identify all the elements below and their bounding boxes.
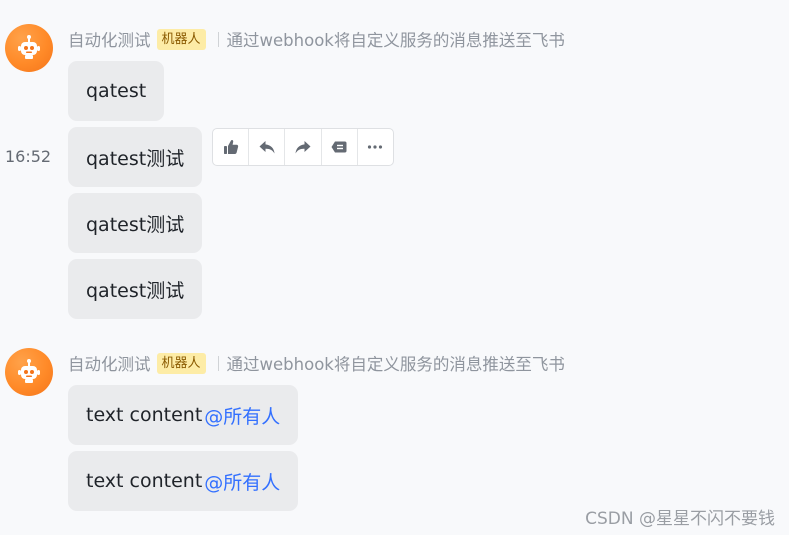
robot-icon [18, 359, 40, 383]
watermark: CSDN @星星不闪不要钱 [585, 509, 775, 529]
avatar[interactable] [5, 348, 53, 396]
message-bubble[interactable]: text content @所有人 [68, 385, 299, 445]
message-bubble[interactable]: qatest测试 [68, 259, 203, 319]
forward-icon [295, 141, 311, 154]
like-button[interactable] [213, 129, 250, 165]
bot-description: 通过webhook将自定义服务的消息推送至飞书 [226, 31, 565, 50]
bot-badge: 机器人 [156, 28, 206, 50]
bot-description: 通过webhook将自定义服务的消息推送至飞书 [226, 355, 565, 374]
forward-button[interactable] [285, 129, 322, 165]
delete-button[interactable] [322, 129, 358, 165]
avatar[interactable] [5, 24, 53, 72]
mention-all-link[interactable]: @所有人 [204, 402, 280, 429]
message-text: qatest测试 [86, 147, 185, 170]
thumbs-up-icon [223, 140, 238, 154]
message-bubble[interactable]: qatest [68, 61, 165, 121]
message-bubble[interactable]: qatest测试 [68, 127, 203, 187]
more-button[interactable] [358, 129, 393, 165]
message-bubble[interactable]: qatest测试 [68, 193, 203, 253]
message-header: 自动化测试 机器人 通过webhook将自定义服务的消息推送至飞书 [68, 352, 565, 374]
message-action-toolbar [212, 128, 394, 166]
message-text: qatest测试 [86, 213, 185, 236]
reply-icon [259, 141, 275, 154]
bot-badge: 机器人 [156, 352, 206, 374]
message-bubble[interactable]: text content @所有人 [68, 451, 299, 511]
mention-all-link[interactable]: @所有人 [204, 468, 280, 495]
sender-name[interactable]: 自动化测试 [68, 351, 151, 375]
message-text: qatest [86, 80, 147, 102]
sender-name[interactable]: 自动化测试 [68, 27, 151, 51]
message-text: qatest测试 [86, 279, 185, 302]
reply-button[interactable] [249, 129, 286, 165]
message-timestamp: 16:52 [5, 147, 52, 166]
header-divider [217, 355, 219, 371]
message-text: text content [86, 404, 203, 426]
message-header: 自动化测试 机器人 通过webhook将自定义服务的消息推送至飞书 [68, 28, 565, 50]
message-text: text content [86, 470, 203, 492]
robot-icon [18, 35, 40, 59]
more-icon [368, 145, 383, 149]
delete-icon [331, 141, 347, 153]
header-divider [217, 31, 219, 47]
